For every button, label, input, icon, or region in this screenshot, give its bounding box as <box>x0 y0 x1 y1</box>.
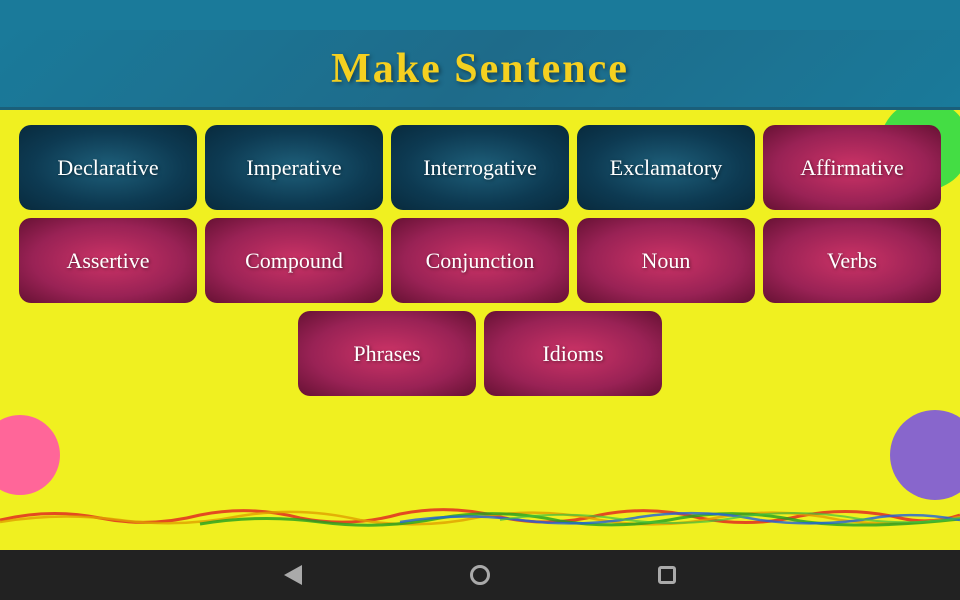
phrases-button[interactable]: Phrases <box>298 311 476 396</box>
back-button[interactable] <box>279 561 307 589</box>
back-icon <box>284 565 302 585</box>
main-content: Declarative Imperative Interrogative Exc… <box>0 110 960 550</box>
header: Make Sentence <box>0 30 960 110</box>
top-bar <box>0 0 960 30</box>
card-grid: Declarative Imperative Interrogative Exc… <box>15 125 945 396</box>
noun-button[interactable]: Noun <box>577 218 755 303</box>
card-row-3: Phrases Idioms <box>15 311 945 396</box>
assertive-button[interactable]: Assertive <box>19 218 197 303</box>
conjunction-button[interactable]: Conjunction <box>391 218 569 303</box>
recents-button[interactable] <box>653 561 681 589</box>
affirmative-button[interactable]: Affirmative <box>763 125 941 210</box>
page-title: Make Sentence <box>331 45 629 93</box>
imperative-button[interactable]: Imperative <box>205 125 383 210</box>
app: Make Sentence Declarative Imperative Int… <box>0 0 960 600</box>
idioms-button[interactable]: Idioms <box>484 311 662 396</box>
home-icon <box>470 565 490 585</box>
exclamatory-button[interactable]: Exclamatory <box>577 125 755 210</box>
compound-button[interactable]: Compound <box>205 218 383 303</box>
deco-pink-circle <box>0 415 60 495</box>
interrogative-button[interactable]: Interrogative <box>391 125 569 210</box>
card-row-1: Declarative Imperative Interrogative Exc… <box>15 125 945 210</box>
crayon-decoration <box>0 500 960 530</box>
verbs-button[interactable]: Verbs <box>763 218 941 303</box>
card-row-2: Assertive Compound Conjunction Noun Verb… <box>15 218 945 303</box>
recents-icon <box>658 566 676 584</box>
home-button[interactable] <box>466 561 494 589</box>
deco-purple-circle <box>890 410 960 500</box>
android-nav-bar <box>0 550 960 600</box>
declarative-button[interactable]: Declarative <box>19 125 197 210</box>
